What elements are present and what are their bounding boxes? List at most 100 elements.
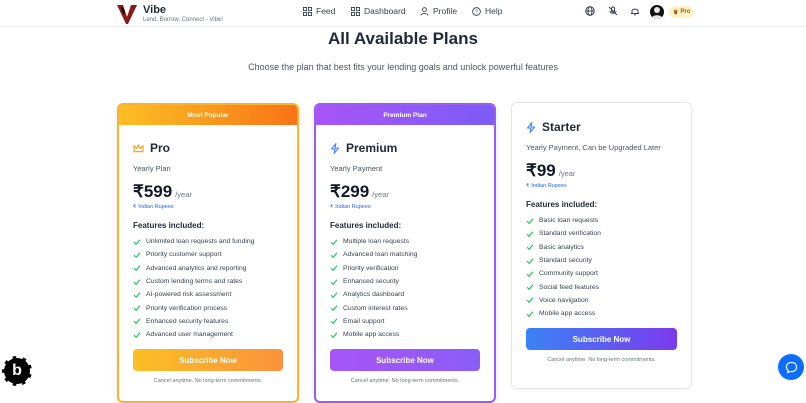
check-icon — [330, 292, 338, 299]
feature-text: Multiple loan requests — [343, 238, 410, 246]
floating-b-badge[interactable]: b — [2, 356, 32, 386]
globe-icon[interactable] — [585, 6, 595, 16]
subscribe-button-premium[interactable]: Subscribe Now — [330, 349, 480, 372]
feature-text: Mobile app access — [539, 310, 596, 318]
subscribe-button-starter[interactable]: Subscribe Now — [526, 328, 677, 351]
plan-card-starter: Starter Yearly Payment, Can be Upgraded … — [511, 102, 692, 389]
feature-text: Advanced user management — [146, 331, 233, 339]
dashboard-icon — [351, 6, 360, 16]
plan-price: ₹99 — [526, 161, 556, 180]
check-icon — [133, 265, 141, 272]
list-item: Priority verification process — [133, 301, 283, 314]
feature-text: Voice navigation — [539, 296, 589, 304]
subscribe-button-pro[interactable]: Subscribe Now — [133, 349, 283, 372]
feature-list: Multiple loan requests Advanced loan mat… — [330, 235, 480, 341]
feature-text: Community support — [539, 270, 598, 278]
currency-label: Indian Rupees — [531, 183, 567, 189]
list-item: Standard security — [526, 254, 677, 267]
currency-note: ₹ Indian Rupees — [526, 183, 677, 189]
plan-card-pro: Most Popular Pro Yearly Plan ₹599 /year … — [117, 103, 299, 403]
list-item: Social feed features — [526, 280, 677, 293]
list-item: Advanced user management — [133, 328, 283, 341]
chat-button[interactable] — [778, 354, 804, 380]
plan-name: Pro — [150, 141, 171, 155]
nav-feed[interactable]: Feed — [303, 6, 335, 16]
feature-text: Mobile app access — [343, 331, 400, 339]
pro-badge-label: Pro — [680, 9, 691, 15]
plan-type: Yearly Payment — [330, 164, 383, 173]
list-item: Community support — [526, 267, 677, 280]
feature-text: Advanced loan matching — [343, 251, 418, 259]
currency-label: Indian Rupees — [335, 204, 371, 210]
user-avatar-icon — [651, 7, 663, 19]
features-title: Features included: — [133, 221, 205, 230]
list-item: Priority verification — [330, 262, 480, 275]
check-icon — [330, 332, 338, 338]
list-item: Custom interest rates — [330, 301, 480, 314]
list-item: Mobile app access — [526, 307, 677, 320]
list-item: AI-powered risk assessment — [133, 288, 283, 301]
list-item: Voice navigation — [526, 294, 677, 307]
cancel-note: Cancel anytime. No long-term commitments… — [153, 378, 263, 385]
list-item: Priority customer support — [133, 248, 283, 261]
lightning-icon — [527, 121, 535, 133]
check-icon — [526, 297, 534, 304]
pro-status-badge[interactable]: ♛ Pro — [669, 6, 695, 18]
plan-name: Starter — [542, 120, 581, 134]
list-item: Email support — [330, 315, 480, 328]
check-icon — [526, 311, 534, 317]
feature-text: Advanced analytics and reporting — [146, 264, 247, 272]
plan-price: ₹299 — [330, 182, 370, 201]
features-title: Features included: — [526, 200, 598, 209]
brand[interactable]: Vibe Lend, Borrow, Connect - Vibe! — [115, 3, 223, 25]
nav-dashboard[interactable]: Dashboard — [351, 6, 406, 16]
list-item: Advanced loan matching — [330, 248, 480, 261]
feature-text: Custom interest rates — [343, 304, 408, 312]
feature-text: Social feed features — [539, 283, 600, 291]
ribbon-most-popular: Most Popular — [119, 105, 297, 125]
check-icon — [526, 244, 534, 251]
check-icon — [133, 305, 141, 312]
plan-card-premium: Premium Plan Premium Yearly Payment ₹299… — [314, 103, 496, 403]
check-icon — [133, 239, 141, 245]
ribbon-premium-plan: Premium Plan — [316, 105, 494, 125]
feature-text: Priority verification — [343, 264, 399, 272]
check-icon — [330, 318, 338, 325]
feature-text: Priority verification process — [146, 304, 228, 312]
crown-icon: ♛ — [673, 9, 679, 16]
avatar[interactable] — [650, 5, 664, 19]
feature-text: Standard security — [539, 257, 592, 265]
feature-list: Unlimited loan requests and funding Prio… — [133, 235, 283, 341]
list-item: Unlimited loan requests and funding — [133, 235, 283, 248]
help-icon: ? — [472, 6, 481, 16]
brand-tagline: Lend, Borrow, Connect - Vibe! — [143, 17, 223, 23]
feature-text: Unlimited loan requests and funding — [146, 238, 255, 246]
plan-period: /year — [372, 190, 389, 199]
mic-off-icon[interactable] — [608, 6, 618, 16]
currency-note: ₹ Indian Rupees — [330, 204, 480, 210]
list-item: Basic analytics — [526, 241, 677, 254]
check-icon — [330, 265, 338, 272]
currency-note: ₹ Indian Rupees — [133, 204, 283, 210]
check-icon — [526, 231, 534, 238]
check-icon — [330, 252, 338, 259]
list-item: Advanced analytics and reporting — [133, 262, 283, 275]
nav-profile[interactable]: Profile — [420, 6, 457, 16]
check-icon — [330, 239, 338, 245]
list-item: Analytics dashboard — [330, 288, 480, 301]
user-icon — [420, 6, 429, 16]
nav-dashboard-label: Dashboard — [364, 6, 406, 16]
features-title: Features included: — [330, 221, 402, 230]
feature-text: Email support — [343, 317, 385, 325]
bell-icon[interactable] — [630, 6, 640, 16]
feature-text: Standard verification — [539, 230, 601, 238]
check-icon — [133, 332, 141, 338]
nav-help[interactable]: ? Help — [472, 6, 502, 16]
crown-icon — [133, 143, 144, 152]
grid-icon — [303, 6, 312, 16]
feature-text: Analytics dashboard — [343, 291, 405, 299]
lightning-icon — [331, 142, 339, 154]
feature-text: Priority customer support — [146, 251, 222, 259]
feature-text: AI-powered risk assessment — [146, 291, 232, 299]
nav-feed-label: Feed — [316, 6, 336, 16]
